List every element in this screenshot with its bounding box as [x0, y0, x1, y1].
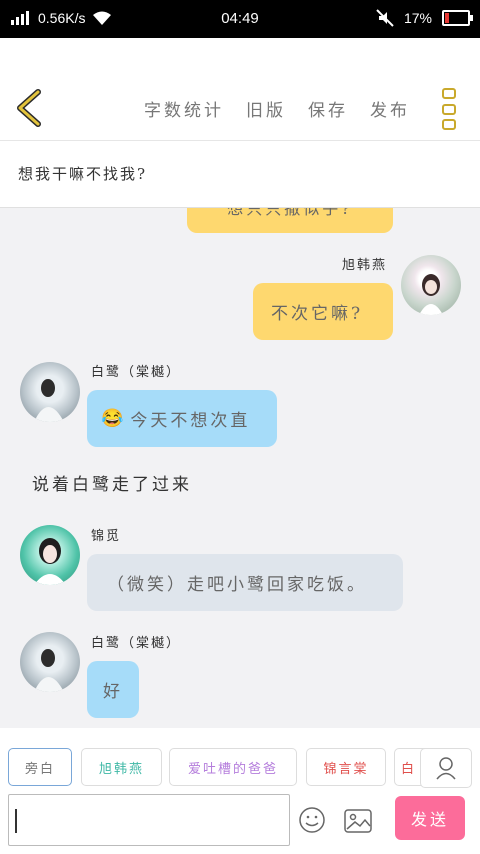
smile-icon[interactable]: [298, 806, 326, 834]
message-input[interactable]: [8, 794, 290, 846]
word-count-button[interactable]: 字数统计: [144, 96, 224, 121]
story-title: 想我干嘛不找我?: [18, 165, 148, 183]
avatar[interactable]: [401, 255, 461, 315]
header: 字数统计 旧版 保存 发布: [0, 38, 480, 141]
status-right: 17%: [376, 9, 473, 27]
send-button[interactable]: 发送: [395, 796, 465, 840]
role-chip[interactable]: 爱吐槽的爸爸: [169, 748, 297, 786]
avatar[interactable]: [20, 632, 80, 692]
battery-percent: 17%: [403, 10, 432, 26]
composer: 发送: [0, 792, 480, 854]
message-bubble[interactable]: 😂 今天不想次直: [87, 390, 277, 447]
message-bubble[interactable]: （微笑）走吧小鹭回家吃饭。: [87, 554, 403, 611]
publish-button[interactable]: 发布: [370, 96, 410, 121]
user-icon[interactable]: [420, 748, 472, 788]
story-title-bar[interactable]: 想我干嘛不找我?: [0, 141, 480, 208]
old-version-button[interactable]: 旧版: [246, 96, 286, 121]
sender-name: 旭韩燕: [342, 258, 388, 273]
image-icon[interactable]: [344, 808, 372, 834]
more-menu-icon[interactable]: [442, 88, 458, 130]
sender-name: 锦觅: [91, 529, 122, 544]
message-bubble[interactable]: 不次它嘛?: [253, 283, 393, 340]
role-selector: 旁白 旭韩燕 爱吐槽的爸爸 锦言棠 白: [0, 728, 480, 792]
role-chip[interactable]: 旭韩燕: [81, 748, 162, 786]
sender-name: 白鹭（棠樾）: [91, 636, 182, 651]
message-bubble[interactable]: 想只只撒似乎?: [187, 208, 393, 233]
role-chip[interactable]: 锦言棠: [306, 748, 386, 786]
role-chip-narrator[interactable]: 旁白: [8, 748, 72, 786]
narration-text: 说着白鹭走了过来: [32, 475, 192, 495]
status-bar: 0.56K/s 04:49 17%: [0, 0, 480, 38]
back-chevron-icon[interactable]: [14, 88, 44, 128]
save-button[interactable]: 保存: [308, 96, 348, 121]
avatar[interactable]: [20, 525, 80, 585]
header-actions: 字数统计 旧版 保存 发布: [144, 96, 410, 121]
battery-icon: [442, 10, 473, 26]
chat-area[interactable]: 想只只撒似乎? 旭韩燕 不次它嘛? 白鹭（棠樾） 😂 今天不想次直 说着白鹭走了…: [0, 208, 480, 728]
mute-icon: [376, 9, 394, 27]
sender-name: 白鹭（棠樾）: [91, 365, 182, 380]
message-bubble[interactable]: 好: [87, 661, 139, 718]
avatar[interactable]: [20, 362, 80, 422]
